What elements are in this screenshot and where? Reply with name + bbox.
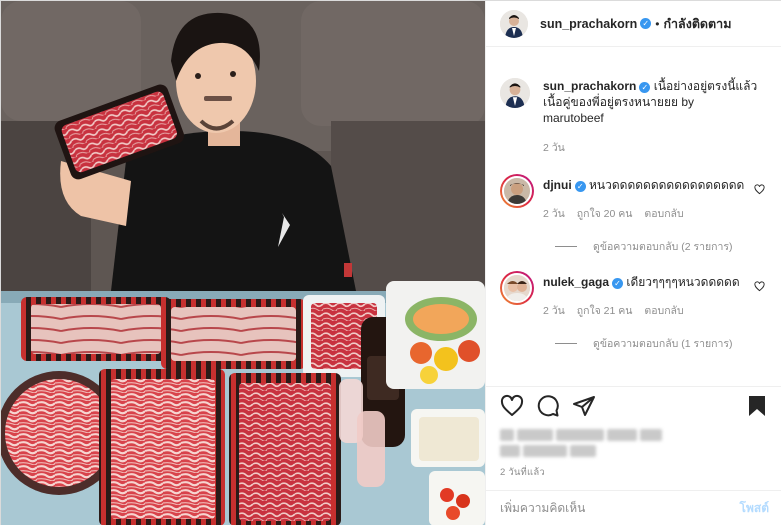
view-replies-button[interactable]: ดูข้อความตอบกลับ (1 รายการ) bbox=[555, 335, 758, 352]
commenter-avatar-ring[interactable] bbox=[500, 174, 534, 208]
author-avatar-image bbox=[500, 9, 528, 38]
paper-plane-icon[interactable] bbox=[572, 394, 596, 418]
likes-redacted-line-2 bbox=[500, 445, 620, 459]
comment-input[interactable]: เพิ่มความคิดเห็น bbox=[500, 499, 585, 518]
caption-text-line: sun_prachakorn ✓ เนื้อย่างอยู่ตรงนี้แล้วเ… bbox=[543, 78, 758, 126]
heart-icon[interactable] bbox=[500, 394, 524, 418]
verified-badge-icon: ✓ bbox=[640, 18, 652, 29]
instagram-post: sun_prachakorn ✓ • กำลังติดตาม sun_prach… bbox=[0, 0, 781, 525]
caption-author-avatar[interactable] bbox=[500, 78, 530, 108]
verified-badge-icon: ✓ bbox=[639, 82, 651, 93]
comment-text-line: djnui ✓ หนวดดดดดดดดดดดดดดดดด bbox=[543, 177, 758, 193]
photo-illustration bbox=[1, 1, 485, 525]
view-replies-label: ดูข้อความตอบกลับ (2 รายการ) bbox=[593, 241, 733, 253]
verified-badge-icon: ✓ bbox=[574, 181, 586, 192]
comment-text: เดียวๆๆๆๆหนวดดดดด bbox=[626, 275, 740, 289]
replies-divider bbox=[555, 343, 577, 344]
comment-likes[interactable]: ถูกใจ 21 คน bbox=[577, 305, 633, 317]
comment-likes[interactable]: ถูกใจ 20 คน bbox=[577, 208, 633, 220]
comment-meta: 2 วัน ถูกใจ 20 คน ตอบกลับ bbox=[543, 205, 758, 222]
comment-meta: 2 วัน ถูกใจ 21 คน ตอบกลับ bbox=[543, 302, 758, 319]
comment-text-line: nulek_gaga ✓ เดียวๆๆๆๆหนวดดดดด bbox=[543, 274, 758, 290]
add-comment-bar: เพิ่มความคิดเห็น โพสต์ bbox=[486, 490, 781, 525]
post-timestamp[interactable]: 2 วันที่แล้ว bbox=[500, 465, 769, 480]
reply-button[interactable]: ตอบกลับ bbox=[644, 208, 683, 220]
comment-item: djnui ✓ หนวดดดดดดดดดดดดดดดดด 2 วัน ถูกใจ … bbox=[500, 174, 769, 255]
post-photo[interactable] bbox=[1, 1, 485, 525]
comment-username[interactable]: djnui bbox=[543, 178, 572, 192]
caption-time[interactable]: 2 วัน bbox=[543, 142, 565, 154]
post-header: sun_prachakorn ✓ • กำลังติดตาม bbox=[486, 1, 781, 47]
caption-username[interactable]: sun_prachakorn bbox=[543, 79, 636, 93]
commenter-avatar-image bbox=[504, 275, 530, 301]
view-replies-label: ดูข้อความตอบกลับ (1 รายการ) bbox=[593, 338, 733, 350]
comments-list[interactable]: sun_prachakorn ✓ เนื้อย่างอยู่ตรงนี้แล้วเ… bbox=[486, 48, 781, 386]
post-side-panel: sun_prachakorn ✓ • กำลังติดตาม sun_prach… bbox=[485, 1, 781, 525]
following-button[interactable]: กำลังติดตาม bbox=[663, 14, 731, 34]
comment-username[interactable]: nulek_gaga bbox=[543, 275, 609, 289]
comment-time[interactable]: 2 วัน bbox=[543, 305, 565, 317]
comment-like-heart-icon[interactable] bbox=[754, 184, 765, 195]
author-avatar[interactable] bbox=[500, 9, 528, 38]
caption: sun_prachakorn ✓ เนื้อย่างอยู่ตรงนี้แล้วเ… bbox=[500, 78, 769, 156]
header-separator: • bbox=[655, 16, 660, 31]
comment-body: djnui ✓ หนวดดดดดดดดดดดดดดดดด 2 วัน ถูกใจ … bbox=[543, 174, 758, 255]
likes-redacted bbox=[500, 429, 670, 443]
comment-icon[interactable] bbox=[536, 394, 560, 418]
caption-avatar-image bbox=[500, 78, 530, 108]
verified-badge-icon: ✓ bbox=[612, 278, 624, 289]
bookmark-icon[interactable] bbox=[745, 394, 769, 418]
caption-body: sun_prachakorn ✓ เนื้อย่างอยู่ตรงนี้แล้วเ… bbox=[543, 78, 758, 156]
commenter-avatar bbox=[502, 273, 532, 303]
comment-text: หนวดดดดดดดดดดดดดดดดด bbox=[589, 178, 745, 192]
commenter-avatar bbox=[502, 176, 532, 206]
action-icons bbox=[500, 387, 769, 425]
commenter-avatar-ring[interactable] bbox=[500, 271, 534, 305]
post-actions: 2 วันที่แล้ว bbox=[486, 386, 781, 482]
replies-divider bbox=[555, 246, 577, 247]
caption-meta: 2 วัน bbox=[543, 139, 758, 156]
comment-body: nulek_gaga ✓ เดียวๆๆๆๆหนวดดดดด 2 วัน ถูกใ… bbox=[543, 271, 758, 352]
comment-time[interactable]: 2 วัน bbox=[543, 208, 565, 220]
reply-button[interactable]: ตอบกลับ bbox=[644, 305, 683, 317]
author-username[interactable]: sun_prachakorn bbox=[540, 17, 637, 31]
comment-like-heart-icon[interactable] bbox=[754, 281, 765, 292]
post-comment-button[interactable]: โพสต์ bbox=[740, 499, 769, 518]
commenter-avatar-image bbox=[504, 178, 530, 204]
comment-item: nulek_gaga ✓ เดียวๆๆๆๆหนวดดดดด 2 วัน ถูกใ… bbox=[500, 271, 769, 352]
view-replies-button[interactable]: ดูข้อความตอบกลับ (2 รายการ) bbox=[555, 238, 758, 255]
